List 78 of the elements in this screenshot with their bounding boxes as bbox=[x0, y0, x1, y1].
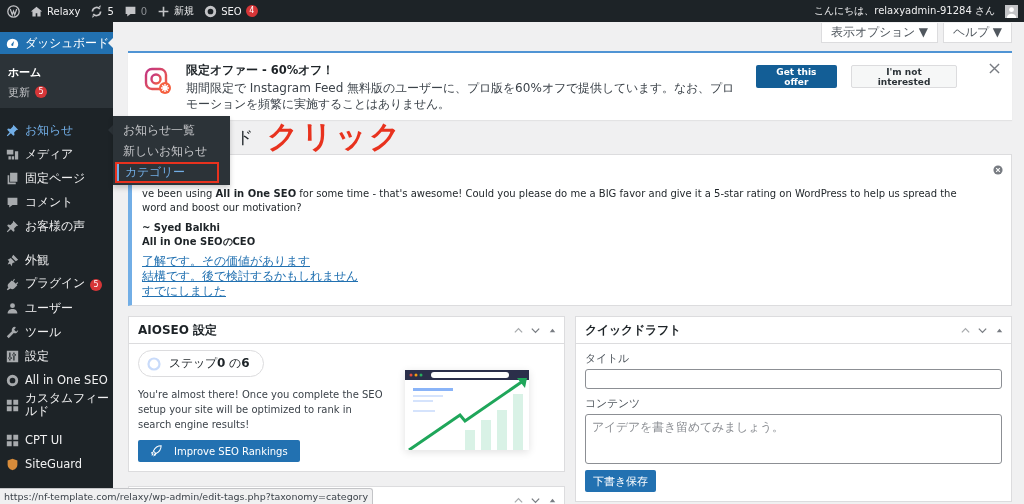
pushpin-icon bbox=[6, 219, 19, 233]
sidebar-item[interactable]: ダッシュボード bbox=[0, 32, 113, 54]
author-role: All in One SEOのCEO bbox=[142, 235, 257, 249]
title-input[interactable] bbox=[585, 369, 1002, 389]
close-icon[interactable] bbox=[989, 63, 1000, 74]
field-label: コンテンツ bbox=[585, 396, 640, 411]
save-draft-button[interactable]: 下書き保存 bbox=[585, 470, 656, 492]
flyout-menu-item[interactable]: お知らせ一覧 bbox=[113, 120, 230, 141]
plus-icon bbox=[157, 4, 171, 18]
plug-icon bbox=[6, 277, 19, 291]
home-icon bbox=[30, 4, 43, 18]
sidebar-item[interactable]: ユーザー bbox=[0, 296, 113, 320]
sidebar-item[interactable]: メディア bbox=[0, 142, 113, 166]
improve-seo-button[interactable]: Improve SEO Rankings bbox=[138, 440, 300, 462]
flyout-menu-item[interactable]: カテゴリー bbox=[115, 162, 219, 183]
comment-icon bbox=[123, 4, 137, 18]
pushpin-icon bbox=[6, 123, 19, 137]
annotation-text: クリック bbox=[267, 117, 403, 156]
sidebar-item[interactable]: お客様の声 bbox=[0, 214, 113, 238]
review-link[interactable]: 了解です。その価値があります bbox=[142, 254, 310, 269]
sidebar-item[interactable]: ツール bbox=[0, 320, 113, 344]
not-interested-button[interactable]: I'm not interested bbox=[851, 65, 957, 88]
sidebar-item[interactable]: カスタムフィールド bbox=[0, 392, 113, 418]
media-icon bbox=[6, 147, 19, 161]
content-textarea[interactable]: アイデアを書き留めてみましょう。 bbox=[585, 414, 1002, 464]
grid-icon bbox=[6, 398, 19, 412]
new-link[interactable]: 新規 bbox=[157, 4, 195, 18]
review-text: ve been using All in One SEO for some time - that's awesome! Could you please do me a BIG favor and give it a 5-star rating on WordPress to help us spread the word and boost our motivation? bbox=[142, 187, 958, 215]
sidebar-item[interactable]: 外観 bbox=[0, 248, 113, 272]
screen-tab-button[interactable]: ヘルプ ▼ bbox=[942, 23, 1012, 43]
get-offer-button[interactable]: Get this offer bbox=[755, 65, 837, 88]
pages-icon bbox=[6, 171, 19, 185]
status-url: https://nf-template.com/relaxy/wp-admin/edit-tags.php?taxonomy=category bbox=[0, 488, 374, 504]
author-name: ~ Syed Balkhi bbox=[142, 221, 221, 235]
field-label: タイトル bbox=[585, 351, 629, 366]
submenu-item[interactable]: 更新 5 bbox=[0, 82, 113, 102]
wrench-icon bbox=[6, 325, 19, 339]
widget-title: AIOSEO 設定 bbox=[138, 321, 219, 339]
promo-text: 期間限定で Instagram Feed 無料版のユーザーに、プロ版を60%オフで提供しています。なお、プロモーションを頻繁に実施することはありません。 bbox=[186, 80, 735, 112]
comment-icon bbox=[6, 195, 19, 209]
sidebar-item[interactable]: プラグイン 5 bbox=[0, 272, 113, 296]
page-heading: ド bbox=[236, 125, 253, 149]
flyout-menu-item[interactable]: 新しいお知らせ bbox=[113, 141, 230, 162]
wordpress-logo-icon[interactable] bbox=[7, 4, 20, 18]
count-badge: 5 bbox=[35, 86, 47, 98]
promo-title: 限定オファー - 60%オフ！ bbox=[186, 63, 336, 78]
sidebar-item[interactable]: CPT UI bbox=[0, 428, 113, 452]
comments-link[interactable]: 0 bbox=[123, 4, 148, 18]
sidebar-item[interactable]: 固定ページ bbox=[0, 166, 113, 190]
sidebar-item[interactable]: コメント bbox=[0, 190, 113, 214]
sidebar-item[interactable]: All in One SEO bbox=[0, 368, 113, 392]
sidebar-item[interactable]: 設定 bbox=[0, 344, 113, 368]
step-text: ステップ0 の6 bbox=[169, 355, 250, 372]
updates-link[interactable]: 5 bbox=[90, 4, 114, 18]
settings-icon bbox=[6, 349, 19, 363]
grid-icon bbox=[6, 433, 19, 447]
shield-icon bbox=[6, 457, 19, 471]
sidebar-item[interactable]: SiteGuard bbox=[0, 452, 113, 476]
close-icon[interactable] bbox=[993, 165, 1003, 175]
user-icon bbox=[6, 301, 19, 315]
count-badge: 5 bbox=[90, 279, 102, 291]
review-link[interactable]: すでにしました bbox=[142, 284, 226, 299]
progress-ring-icon bbox=[147, 356, 161, 371]
site-name-link[interactable]: Relaxy bbox=[30, 4, 81, 18]
gauge-icon bbox=[6, 36, 19, 50]
rocket-icon bbox=[150, 445, 162, 457]
camera-icon bbox=[144, 67, 172, 95]
brush-icon bbox=[6, 253, 19, 267]
greeting-text[interactable]: こんにちは、relaxyadmin-91284 さん bbox=[814, 4, 995, 18]
widget-title: クイックドラフト bbox=[585, 321, 682, 339]
submenu-item[interactable]: ホーム bbox=[0, 62, 113, 82]
count-badge: 4 bbox=[245, 5, 258, 17]
seo-menu-link[interactable]: SEO bbox=[204, 4, 242, 18]
refresh-icon bbox=[90, 4, 104, 18]
avatar-icon[interactable] bbox=[1005, 4, 1018, 18]
widget-text: You're almost there! Once you complete the SEO setup your site will be optimized to rank in search engine results! bbox=[138, 388, 384, 432]
screen-tab-button[interactable]: 表示オプション ▼ bbox=[820, 23, 938, 43]
review-link[interactable]: 結構です。後で検討するかもしれません bbox=[142, 269, 358, 284]
